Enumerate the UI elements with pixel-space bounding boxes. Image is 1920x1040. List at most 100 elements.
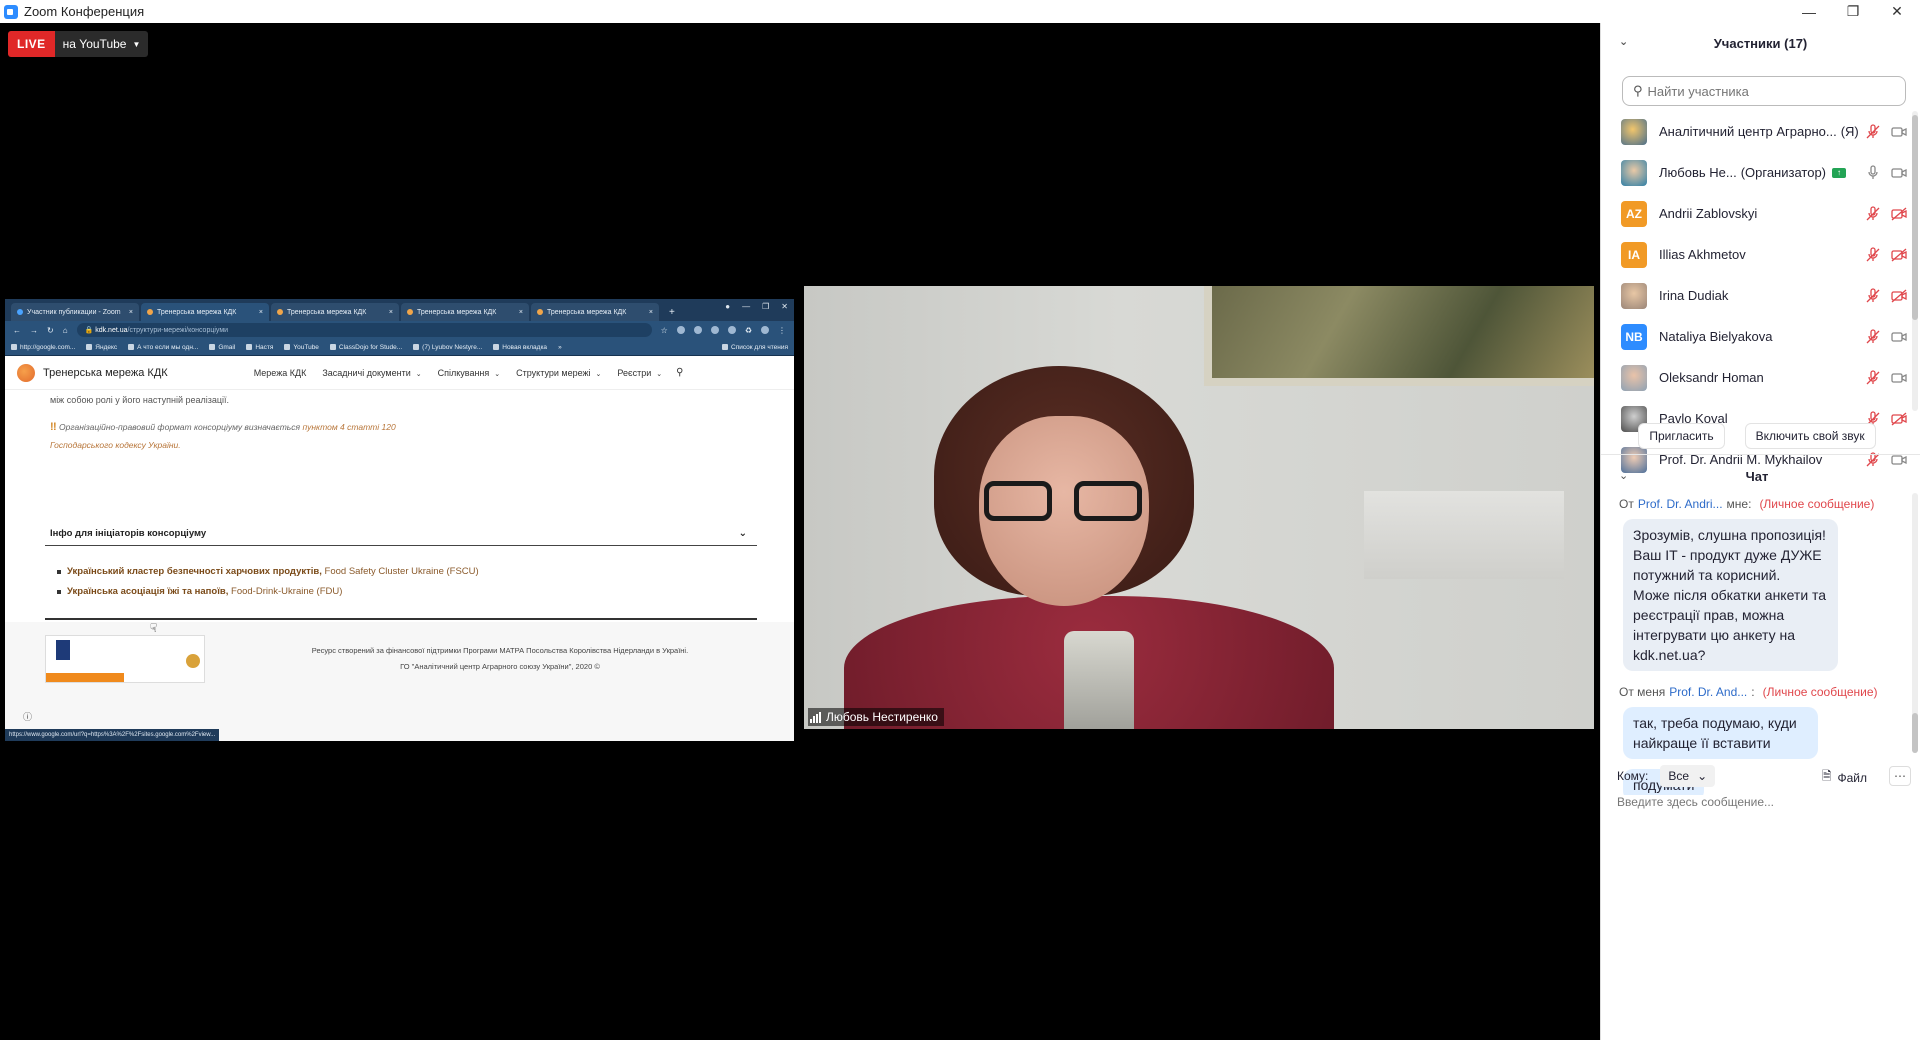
unmute-self-button[interactable]: Включить свой звук <box>1744 423 1876 449</box>
camera-off-icon[interactable] <box>1891 247 1907 263</box>
bookmark-item[interactable]: http://google.com... <box>11 344 75 351</box>
chevron-down-icon[interactable]: ⌄ <box>1619 35 1628 48</box>
close-icon[interactable]: ✕ <box>1874 0 1920 23</box>
star-icon[interactable]: ☆ <box>661 326 668 335</box>
zoom-logo-icon <box>4 4 18 19</box>
participant-row[interactable]: Oleksandr Homan <box>1601 357 1913 398</box>
participant-row[interactable]: Аналітичний центр Аграрно... (Я) <box>1601 111 1913 152</box>
extension-icon[interactable] <box>727 326 736 334</box>
restore-icon[interactable]: ❐ <box>762 302 769 311</box>
chat-header: ⌄ Чат <box>1601 461 1913 491</box>
mic-muted-icon[interactable] <box>1865 247 1881 263</box>
bookmark-item[interactable]: ClassDojo for Stude... <box>329 344 402 351</box>
restore-icon[interactable]: ❐ <box>1830 0 1876 23</box>
close-tab-icon[interactable]: × <box>519 309 523 316</box>
kebab-menu-icon[interactable]: ⋮ <box>778 326 786 335</box>
mic-muted-icon[interactable] <box>1865 288 1881 304</box>
legal-link[interactable]: Господарського кодексу України. <box>50 440 181 450</box>
close-icon[interactable]: ✕ <box>781 302 788 311</box>
camera-icon[interactable] <box>1891 370 1907 386</box>
site-menu-item[interactable]: Структури мережі ⌄ <box>516 368 601 378</box>
minimize-icon[interactable]: — <box>742 302 750 311</box>
camera-off-icon[interactable] <box>1891 206 1907 222</box>
site-menu-item[interactable]: Реєстри ⌄ <box>617 368 662 378</box>
browser-tab[interactable]: Тренерська мережа КДК × <box>401 303 529 321</box>
new-tab-icon[interactable]: + <box>661 307 683 321</box>
participant-row[interactable]: Irina Dudiak <box>1601 275 1913 316</box>
reading-list-icon <box>722 343 728 350</box>
bookmark-item[interactable]: А что если мы одн... <box>128 344 198 351</box>
bookmark-item[interactable]: Gmail <box>209 344 235 351</box>
bookmark-item[interactable]: YouTube <box>284 344 319 351</box>
camera-icon[interactable] <box>1891 165 1907 181</box>
puzzle-icon[interactable]: ♻ <box>745 326 752 335</box>
site-menu-item[interactable]: Спілкування ⌄ <box>438 368 501 378</box>
forward-icon[interactable]: → <box>30 326 38 335</box>
participant-row[interactable]: IA Illias Akhmetov <box>1601 234 1913 275</box>
mic-muted-icon[interactable] <box>1865 329 1881 345</box>
participant-row[interactable]: AZ Andrii Zablovskyi <box>1601 193 1913 234</box>
site-name[interactable]: Тренерська мережа КДК <box>43 367 168 379</box>
extension-icon[interactable] <box>676 326 685 334</box>
bookmark-item[interactable]: Настя <box>246 344 273 351</box>
list-link[interactable]: Українська асоціація їжі та напоїв, <box>67 586 228 597</box>
reading-list[interactable]: Список для чтения <box>722 344 788 351</box>
site-logo-icon[interactable] <box>17 363 35 382</box>
site-menu-item[interactable]: Мережа КДК <box>254 368 307 378</box>
list-link[interactable]: Український кластер безпечності харчових… <box>67 566 322 577</box>
camera-icon[interactable] <box>1891 329 1907 345</box>
browser-tab[interactable]: Тренерська мережа КДК × <box>271 303 399 321</box>
close-tab-icon[interactable]: × <box>259 309 263 316</box>
participant-search[interactable]: ⚲ <box>1622 76 1906 106</box>
more-options-icon[interactable]: ⋯ <box>1889 766 1911 786</box>
reload-icon[interactable]: ↻ <box>47 326 54 335</box>
profile-avatar-icon[interactable] <box>761 326 769 334</box>
info-icon[interactable]: ⓘ <box>23 710 32 723</box>
live-destination-dropdown[interactable]: на YouTube ▼ <box>54 31 149 57</box>
invite-button[interactable]: Пригласить <box>1638 423 1725 449</box>
site-favicon-icon <box>407 309 413 315</box>
mic-muted-icon[interactable] <box>1865 370 1881 386</box>
chevron-down-icon[interactable]: ⌄ <box>1619 469 1628 482</box>
chat-message-input[interactable] <box>1617 795 1907 809</box>
bookmark-item[interactable]: (7) Lyubov Nestyre... <box>413 344 482 351</box>
avatar <box>1621 118 1647 145</box>
live-stream-indicator[interactable]: LIVE на YouTube ▼ <box>8 31 149 57</box>
more-bookmarks-icon[interactable]: » <box>558 344 562 351</box>
camera-off-icon[interactable] <box>1891 288 1907 304</box>
close-tab-icon[interactable]: × <box>129 309 133 316</box>
bookmark-item[interactable]: Новая вкладка <box>493 344 547 351</box>
file-button[interactable]: 🗎 Файл <box>1822 767 1867 788</box>
chat-scrollbar[interactable] <box>1912 713 1918 753</box>
participant-search-input[interactable] <box>1647 83 1888 99</box>
message-sender[interactable]: Prof. Dr. Andri... <box>1638 497 1723 511</box>
shared-screen[interactable]: Участник публикации - Zoom × Тренерська м… <box>5 299 794 741</box>
camera-icon[interactable] <box>1891 124 1907 140</box>
browser-tab[interactable]: Тренерська мережа КДК × <box>141 303 269 321</box>
close-tab-icon[interactable]: × <box>649 309 653 316</box>
extension-icon[interactable] <box>693 326 702 334</box>
bookmark-item[interactable]: Яндекс <box>86 344 117 351</box>
search-icon[interactable]: ⚲ <box>676 367 683 378</box>
home-icon[interactable]: ⌂ <box>63 326 68 335</box>
speaker-video[interactable]: Любовь Нестиренко <box>804 286 1594 729</box>
mic-icon[interactable] <box>1865 165 1881 181</box>
chevron-down-icon: ⌄ <box>494 370 501 378</box>
minimize-icon[interactable]: — <box>1786 0 1832 23</box>
participant-row[interactable]: Любовь Не... (Организатор) ↑ <box>1601 152 1913 193</box>
participant-row[interactable]: NB Nataliya Bielyakova <box>1601 316 1913 357</box>
accordion-header[interactable]: Інфо для ініціаторів консорціуму ⌄ <box>45 522 757 546</box>
avatar: IA <box>1621 241 1647 268</box>
browser-tab[interactable]: Тренерська мережа КДК × <box>531 303 659 321</box>
extension-icon[interactable] <box>710 326 719 334</box>
back-icon[interactable]: ← <box>13 326 21 335</box>
mic-muted-icon[interactable] <box>1865 124 1881 140</box>
address-bar[interactable]: 🔒 kdk.net.ua/структури-мережі/консорціум… <box>76 323 652 337</box>
recipient-select[interactable]: Все ⌄ <box>1660 765 1716 787</box>
message-recipient[interactable]: Prof. Dr. And... <box>1669 685 1747 699</box>
close-tab-icon[interactable]: × <box>389 309 393 316</box>
site-menu-item[interactable]: Засадничі документи ⌄ <box>322 368 421 378</box>
legal-link[interactable]: пунктом 4 статті 120 <box>302 422 395 432</box>
browser-tab[interactable]: Участник публикации - Zoom × <box>11 303 139 321</box>
mic-muted-icon[interactable] <box>1865 206 1881 222</box>
